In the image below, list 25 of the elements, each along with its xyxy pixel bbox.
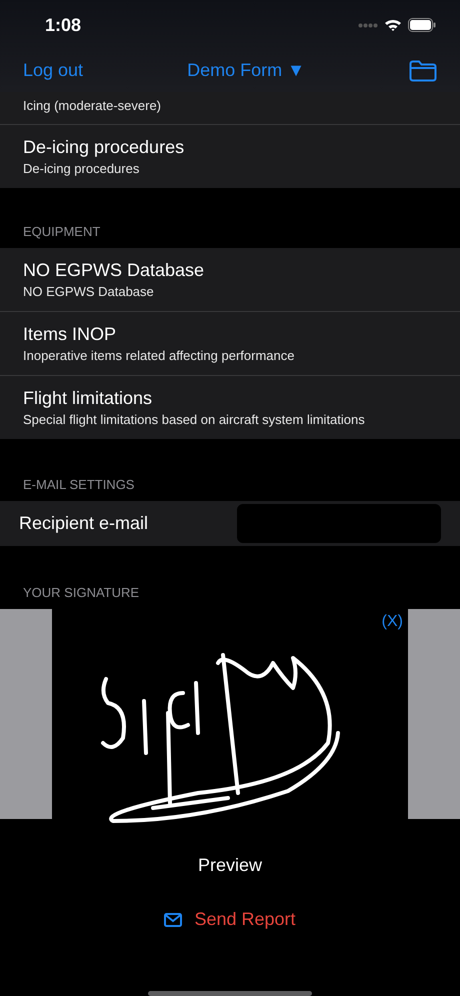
row-title: NO EGPWS Database (23, 260, 206, 281)
wifi-icon (384, 18, 402, 32)
row-subtitle: De-icing procedures (23, 160, 140, 176)
signal-icon (358, 22, 378, 28)
envelope-icon (164, 912, 182, 927)
row-subtitle: Special flight limitations based on aircraft system limitations (23, 412, 366, 427)
status-time: 1:08 (45, 14, 82, 36)
folder-icon[interactable] (408, 60, 437, 82)
clear-signature-button[interactable]: (X) (382, 613, 403, 632)
row-subtitle: Inoperative items related affecting performance (23, 348, 296, 363)
row-subtitle: NO EGPWS Database (23, 284, 155, 299)
email-field[interactable] (237, 504, 441, 543)
section-header: EQUIPMENT (23, 224, 102, 239)
row-title: Items INOP (23, 324, 118, 345)
email-label: Recipient e-mail (19, 512, 148, 534)
send-report-button[interactable]: Send Report (164, 909, 296, 930)
section-header: YOUR SIGNATURE (23, 585, 140, 600)
preview-button[interactable]: Preview (198, 855, 262, 876)
logout-button[interactable]: Log out (23, 60, 84, 82)
battery-icon (408, 18, 436, 32)
row-subtitle: Icing (moderate-severe) (23, 98, 162, 113)
form-selector[interactable]: Demo Form ▼ (187, 60, 305, 82)
row-title: De-icing procedures (23, 136, 186, 158)
section-header: E-MAIL SETTINGS (23, 476, 136, 492)
row-title: Flight limitations (23, 388, 154, 409)
